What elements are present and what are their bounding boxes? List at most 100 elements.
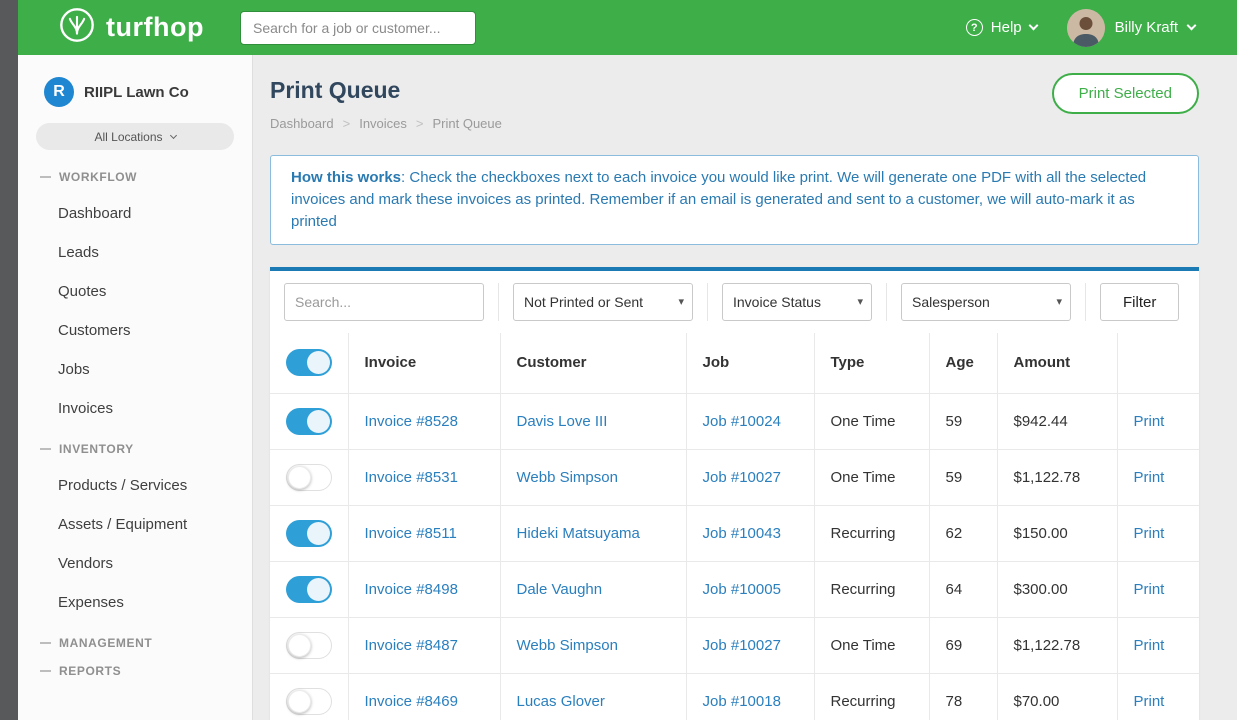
global-search-input[interactable] (240, 11, 476, 45)
sidebar-item-products-services[interactable]: Products / Services (18, 466, 252, 505)
table-header-row: Invoice Customer Job Type Age Amount (270, 333, 1199, 393)
select-all-toggle[interactable] (286, 349, 332, 376)
main-content: Print Queue Dashboard Invoices Print Que… (253, 55, 1237, 720)
sidebar-item-vendors[interactable]: Vendors (18, 544, 252, 583)
nav-section-label: INVENTORY (59, 442, 134, 456)
breadcrumb: Dashboard Invoices Print Queue (270, 116, 1199, 131)
invoice-link[interactable]: Invoice #8469 (365, 693, 458, 710)
sidebar-item-leads[interactable]: Leads (18, 233, 252, 272)
table-row: Invoice #8511 Hideki Matsuyama Job #1004… (270, 505, 1199, 561)
invoice-amount: $300.00 (997, 561, 1117, 617)
nav-section-label: WORKFLOW (59, 170, 137, 184)
row-select-toggle[interactable] (286, 632, 332, 659)
invoice-link[interactable]: Invoice #8531 (365, 469, 458, 486)
job-link[interactable]: Job #10005 (703, 581, 781, 598)
row-select-toggle[interactable] (286, 464, 332, 491)
sidebar-item-customers[interactable]: Customers (18, 311, 252, 350)
dash-icon (40, 448, 51, 450)
invoice-type: Recurring (814, 561, 929, 617)
table-row: Invoice #8487 Webb Simpson Job #10027 On… (270, 617, 1199, 673)
sidebar-nav: WORKFLOW Dashboard Leads Quotes Customer… (18, 170, 252, 678)
invoice-type: Recurring (814, 505, 929, 561)
print-queue-card: Not Printed or Sent ▾ Invoice Status ▾ (270, 267, 1199, 720)
job-link[interactable]: Job #10027 (703, 637, 781, 654)
customer-link[interactable]: Dale Vaughn (517, 581, 603, 598)
printed-filter-select[interactable]: Not Printed or Sent (514, 284, 692, 320)
row-select-toggle[interactable] (286, 408, 332, 435)
invoice-amount: $150.00 (997, 505, 1117, 561)
customer-link[interactable]: Webb Simpson (517, 637, 618, 654)
sidebar-item-jobs[interactable]: Jobs (18, 350, 252, 389)
company-header[interactable]: R RIIPL Lawn Co (18, 55, 252, 121)
invoice-link[interactable]: Invoice #8487 (365, 637, 458, 654)
invoice-age: 69 (929, 617, 997, 673)
print-selected-button[interactable]: Print Selected (1052, 73, 1199, 114)
app-root: turfhop ? Help B (0, 0, 1237, 720)
col-header-job: Job (686, 333, 814, 393)
sidebar-item-invoices[interactable]: Invoices (18, 389, 252, 428)
job-link[interactable]: Job #10027 (703, 469, 781, 486)
printed-filter-select-wrap: Not Printed or Sent ▾ (513, 283, 693, 321)
print-link[interactable]: Print (1134, 413, 1165, 430)
salesperson-select[interactable]: Salesperson (902, 284, 1070, 320)
invoice-link[interactable]: Invoice #8511 (365, 525, 457, 542)
nav-section-label: REPORTS (59, 664, 121, 678)
customer-link[interactable]: Webb Simpson (517, 469, 618, 486)
user-name: Billy Kraft (1115, 19, 1178, 36)
dash-icon (40, 642, 51, 644)
invoice-type: One Time (814, 617, 929, 673)
help-label: Help (991, 19, 1022, 36)
topbar: turfhop ? Help B (18, 0, 1237, 55)
invoice-type: Recurring (814, 673, 929, 720)
job-link[interactable]: Job #10024 (703, 413, 781, 430)
brand[interactable]: turfhop (18, 6, 240, 49)
invoice-link[interactable]: Invoice #8498 (365, 581, 458, 598)
print-link[interactable]: Print (1134, 581, 1165, 598)
turfhop-logo-icon (58, 6, 96, 49)
job-link[interactable]: Job #10043 (703, 525, 781, 542)
chevron-down-icon (1187, 21, 1197, 31)
company-logo-icon: R (44, 77, 74, 107)
dash-icon (40, 176, 51, 178)
breadcrumb-dashboard[interactable]: Dashboard (270, 116, 334, 131)
locations-selector[interactable]: All Locations (36, 123, 234, 150)
info-box-text: : Check the checkboxes next to each invo… (291, 169, 1146, 230)
invoice-status-select[interactable]: Invoice Status (723, 284, 871, 320)
table-row: Invoice #8531 Webb Simpson Job #10027 On… (270, 449, 1199, 505)
sidebar-item-dashboard[interactable]: Dashboard (18, 194, 252, 233)
avatar (1067, 9, 1105, 47)
table-search-input[interactable] (284, 283, 484, 321)
sidebar-item-assets-equipment[interactable]: Assets / Equipment (18, 505, 252, 544)
breadcrumb-invoices[interactable]: Invoices (334, 116, 407, 131)
job-link[interactable]: Job #10018 (703, 693, 781, 710)
topbar-right: ? Help Billy Kraft (966, 9, 1237, 47)
col-header-customer: Customer (500, 333, 686, 393)
customer-link[interactable]: Davis Love III (517, 413, 608, 430)
print-link[interactable]: Print (1134, 693, 1165, 710)
table-row: Invoice #8528 Davis Love III Job #10024 … (270, 393, 1199, 449)
customer-link[interactable]: Lucas Glover (517, 693, 605, 710)
row-select-toggle[interactable] (286, 576, 332, 603)
locations-label: All Locations (94, 130, 162, 144)
app-right: turfhop ? Help B (18, 0, 1237, 720)
invoice-amount: $1,122.78 (997, 617, 1117, 673)
body-row: R RIIPL Lawn Co All Locations WORKFLOW D… (18, 55, 1237, 720)
print-link[interactable]: Print (1134, 469, 1165, 486)
col-header-age: Age (929, 333, 997, 393)
user-menu[interactable]: Billy Kraft (1067, 9, 1195, 47)
company-name: RIIPL Lawn Co (84, 84, 189, 101)
customer-link[interactable]: Hideki Matsuyama (517, 525, 640, 542)
print-link[interactable]: Print (1134, 637, 1165, 654)
help-menu[interactable]: ? Help (966, 19, 1037, 36)
sidebar-item-quotes[interactable]: Quotes (18, 272, 252, 311)
brand-text: turfhop (106, 12, 204, 43)
sidebar-item-expenses[interactable]: Expenses (18, 583, 252, 622)
invoice-link[interactable]: Invoice #8528 (365, 413, 458, 430)
nav-section-label: MANAGEMENT (59, 636, 152, 650)
table-row: Invoice #8498 Dale Vaughn Job #10005 Rec… (270, 561, 1199, 617)
row-select-toggle[interactable] (286, 520, 332, 547)
print-link[interactable]: Print (1134, 525, 1165, 542)
print-queue-table: Invoice Customer Job Type Age Amount (270, 333, 1199, 720)
filter-button[interactable]: Filter (1100, 283, 1179, 321)
row-select-toggle[interactable] (286, 688, 332, 715)
